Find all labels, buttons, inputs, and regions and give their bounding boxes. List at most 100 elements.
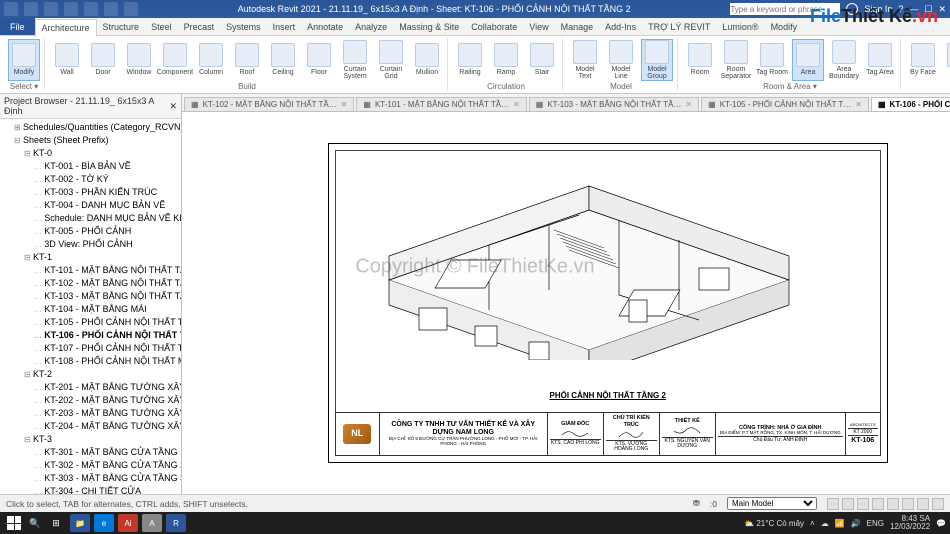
document-tab[interactable]: ▦KT-103 - MẶT BẰNG NỘI THẤT TẦ…✕ — [529, 97, 699, 111]
tree-sheet-item[interactable]: KT-002 - TỜ KÝ — [34, 173, 181, 186]
tree-sheet-item[interactable]: KT-204 - MẶT BẰNG TƯỜNG XÂY MÁI — [34, 420, 181, 433]
ribbon-button[interactable]: Room Separator — [720, 39, 752, 81]
tree-sheet-item[interactable]: KT-106 - PHỐI CẢNH NỘI THẤT TẦNG 2 — [34, 329, 181, 342]
system-tray[interactable]: ⛅ 21°C Có mây ˄ ☁ 📶 🔊 ENG 8:43 SA 12/03/… — [744, 515, 946, 531]
tray-ime-icon[interactable]: ENG — [867, 519, 884, 528]
view-control-bar[interactable] — [827, 498, 944, 510]
ribbon-tab[interactable]: Architecture — [35, 19, 97, 37]
tree-group[interactable]: KT-1KT-101 - MẶT BẰNG NỘI THẤT TẦNG 1KT-… — [24, 251, 181, 368]
tree-sheet-item[interactable]: KT-102 - MẶT BẰNG NỘI THẤT TẦNG 2 — [34, 277, 181, 290]
tray-chevron-icon[interactable]: ˄ — [810, 519, 815, 528]
tree-sheet-item[interactable]: KT-303 - MẶT BẰNG CỬA TẦNG 3 — [34, 472, 181, 485]
ribbon-button[interactable]: Area — [792, 39, 824, 81]
start-button[interactable] — [4, 514, 24, 532]
tree-sheet-item[interactable]: KT-304 - CHI TIẾT CỬA — [34, 485, 181, 494]
ribbon-button[interactable]: Railing — [454, 39, 486, 81]
ribbon-button[interactable]: Room — [684, 39, 716, 81]
ribbon-tab[interactable]: Structure — [97, 19, 146, 35]
ribbon-button[interactable]: By Face — [907, 39, 939, 81]
tree-sheet-item[interactable]: KT-104 - MẶT BẰNG MÁI — [34, 303, 181, 316]
ribbon-tab[interactable]: Add-Ins — [599, 19, 642, 35]
tree-group[interactable]: KT-3KT-301 - MẶT BẰNG CỬA TẦNG 1KT-302 -… — [24, 433, 181, 494]
search-icon[interactable]: 🔍 — [28, 514, 42, 532]
ribbon-button[interactable]: Shaft — [943, 39, 950, 81]
close-icon[interactable]: ✕ — [341, 100, 348, 109]
document-tab[interactable]: ▦KT-105 - PHỐI CẢNH NỘI THẤT T…✕ — [701, 97, 869, 111]
close-icon[interactable]: ✕ — [938, 4, 946, 15]
drawing-canvas[interactable]: PHỐI CẢNH NỘI THẤT TẦNG 2 NL CÔNG TY TNH… — [182, 112, 950, 494]
document-tab[interactable]: ▦KT-106 - PHỐI CẢNH NỘI THẤT…✕ — [871, 97, 950, 111]
ribbon-button[interactable]: Column — [195, 39, 227, 81]
taskbar-app[interactable]: A — [142, 514, 162, 532]
qat-undo-icon[interactable] — [64, 2, 78, 16]
vc-icon[interactable] — [827, 498, 839, 510]
ribbon-tab[interactable]: Annotate — [301, 19, 349, 35]
close-icon[interactable]: ✕ — [685, 100, 692, 109]
ribbon-button[interactable]: Area Boundary — [828, 39, 860, 81]
ribbon-button[interactable]: Roof — [231, 39, 263, 81]
ribbon-tab[interactable]: Lumion® — [716, 19, 764, 35]
ribbon-button[interactable]: Ramp — [490, 39, 522, 81]
ribbon-button[interactable]: Curtain Grid — [375, 39, 407, 81]
ribbon-button[interactable]: Floor — [303, 39, 335, 81]
ribbon-button[interactable]: Model Text — [569, 39, 601, 81]
vc-icon[interactable] — [887, 498, 899, 510]
tree-sheet-item[interactable]: KT-105 - PHỐI CẢNH NỘI THẤT TẦNG 1 — [34, 316, 181, 329]
tree-sheet-item[interactable]: KT-101 - MẶT BẰNG NỘI THẤT TẦNG 1 — [34, 264, 181, 277]
tree-group[interactable]: KT-0KT-001 - BÌA BẢN VẼKT-002 - TỜ KÝKT-… — [24, 147, 181, 251]
ribbon-button[interactable]: Tag Area — [864, 39, 896, 81]
tree-sheet-item[interactable]: KT-108 - PHỐI CẢNH NỘI THẤT MÁI — [34, 355, 181, 368]
ribbon-tab[interactable]: Manage — [555, 19, 600, 35]
ribbon-tab[interactable]: View — [523, 19, 554, 35]
task-view-icon[interactable]: ⊞ — [46, 514, 66, 532]
file-tab[interactable]: File — [0, 18, 35, 35]
qat-revit-icon[interactable] — [4, 2, 18, 16]
ribbon-tab[interactable]: Modify — [765, 19, 804, 35]
notifications-icon[interactable]: 💬 — [936, 519, 946, 528]
qat-open-icon[interactable] — [24, 2, 38, 16]
tree-sheet-item[interactable]: KT-003 - PHẦN KIẾN TRÚC — [34, 186, 181, 199]
weather-widget[interactable]: ⛅ 21°C Có mây — [744, 519, 804, 528]
document-tab[interactable]: ▦KT-101 - MẶT BẰNG NỘI THẤT TẦ…✕ — [356, 97, 526, 111]
ribbon-button[interactable]: Wall — [51, 39, 83, 81]
vc-icon[interactable] — [932, 498, 944, 510]
main-model-selector[interactable]: Main Model — [727, 497, 817, 510]
ribbon-button[interactable]: Model Line — [605, 39, 637, 81]
ribbon-button[interactable]: Mullion — [411, 39, 443, 81]
tree-sheet-item[interactable]: KT-202 - MẶT BẰNG TƯỜNG XÂY TẦNG 2 — [34, 394, 181, 407]
worksets-indicator[interactable]: ⛃ — [693, 498, 700, 509]
tray-volume-icon[interactable]: 🔊 — [851, 519, 861, 528]
ribbon-button[interactable]: Modify — [8, 39, 40, 81]
vc-icon[interactable] — [902, 498, 914, 510]
ribbon-tab[interactable]: Precast — [178, 19, 221, 35]
ribbon-button[interactable]: Stair — [526, 39, 558, 81]
tree-sheet-item[interactable]: KT-201 - MẶT BẰNG TƯỜNG XÂY TẦNG 1 — [34, 381, 181, 394]
qat-print-icon[interactable] — [104, 2, 118, 16]
ribbon-button[interactable]: Window — [123, 39, 155, 81]
vc-icon[interactable] — [842, 498, 854, 510]
ribbon-tab[interactable]: TRỢ LÝ REVIT — [642, 19, 716, 35]
tree-sheet-item[interactable]: KT-302 - MẶT BẰNG CỬA TẦNG 2 — [34, 459, 181, 472]
taskbar-app[interactable]: Ai — [118, 514, 138, 532]
tree-sheet-item[interactable]: 3D View: PHỐI CẢNH — [34, 238, 181, 251]
ribbon-button[interactable]: Model Group — [641, 39, 673, 81]
ribbon-button[interactable]: Tag Room — [756, 39, 788, 81]
taskbar-app[interactable]: 📁 — [70, 514, 90, 532]
taskbar-app[interactable]: e — [94, 514, 114, 532]
tree-sheet-item[interactable]: KT-004 - DANH MỤC BẢN VẼ — [34, 199, 181, 212]
qat-measure-icon[interactable] — [124, 2, 138, 16]
taskbar-app[interactable]: R — [166, 514, 186, 532]
ribbon-tab[interactable]: Systems — [220, 19, 267, 35]
ribbon-tab[interactable]: Collaborate — [465, 19, 523, 35]
project-browser-tree[interactable]: Schedules/Quantities (Category_RCVN) She… — [0, 119, 181, 494]
tray-wifi-icon[interactable]: 📶 — [835, 519, 845, 528]
tree-sheet-item[interactable]: KT-103 - MẶT BẰNG NỘI THẤT TẦNG 3 — [34, 290, 181, 303]
tray-cloud-icon[interactable]: ☁ — [821, 519, 829, 528]
ribbon-button[interactable]: Door — [87, 39, 119, 81]
tree-sheet-item[interactable]: Schedule: DANH MỤC BẢN VẼ KIẾN TRÚC — [34, 212, 181, 225]
qat-save-icon[interactable] — [44, 2, 58, 16]
ribbon-button[interactable]: Component — [159, 39, 191, 81]
qat-redo-icon[interactable] — [84, 2, 98, 16]
vc-icon[interactable] — [917, 498, 929, 510]
tree-sheet-item[interactable]: KT-301 - MẶT BẰNG CỬA TẦNG 1 — [34, 446, 181, 459]
